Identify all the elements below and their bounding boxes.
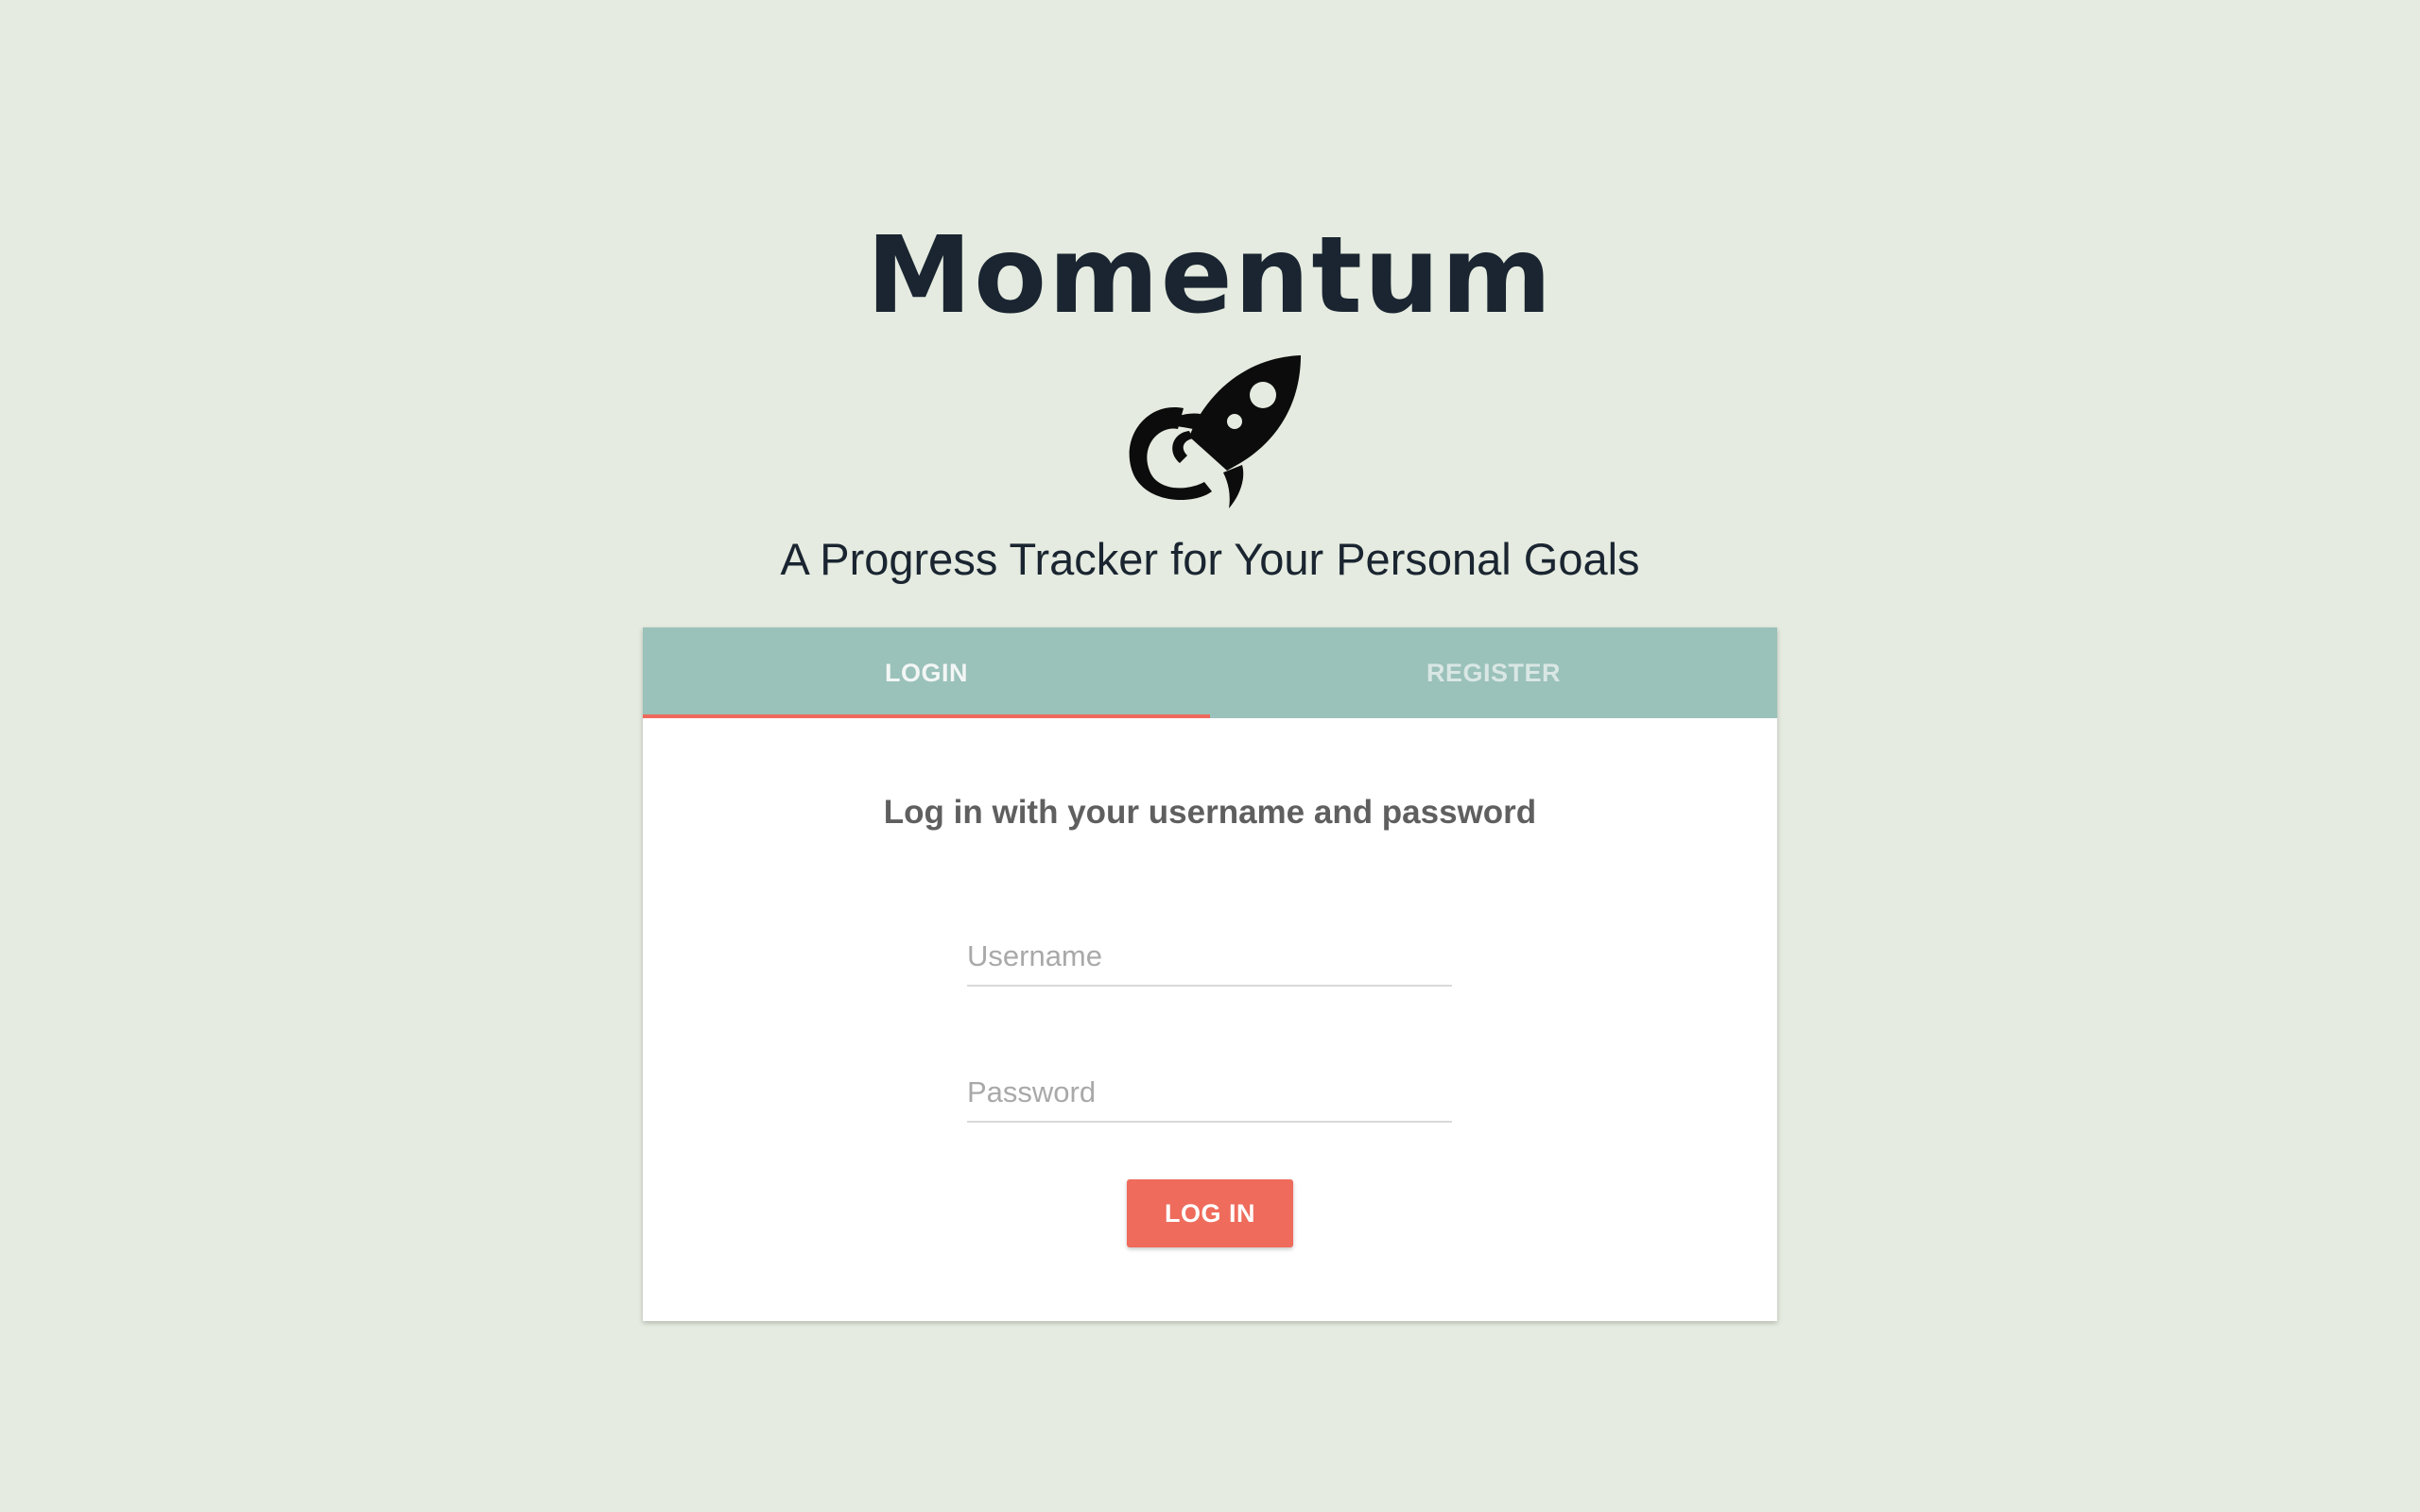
- login-form-heading: Log in with your username and password: [883, 794, 1537, 831]
- password-input[interactable]: [967, 1064, 1452, 1123]
- app-tagline: A Progress Tracker for Your Personal Goa…: [780, 534, 1640, 584]
- rocket-icon: [1129, 355, 1301, 508]
- login-page: Momentum A Progress Tracker for Your Per…: [0, 0, 2420, 1512]
- tab-register[interactable]: REGISTER: [1210, 627, 1777, 718]
- username-input[interactable]: [967, 928, 1452, 987]
- login-button[interactable]: LOG IN: [1127, 1179, 1293, 1247]
- app-title: Momentum: [866, 215, 1554, 337]
- auth-tabs: LOGIN REGISTER: [643, 627, 1777, 718]
- tab-login[interactable]: LOGIN: [643, 627, 1210, 718]
